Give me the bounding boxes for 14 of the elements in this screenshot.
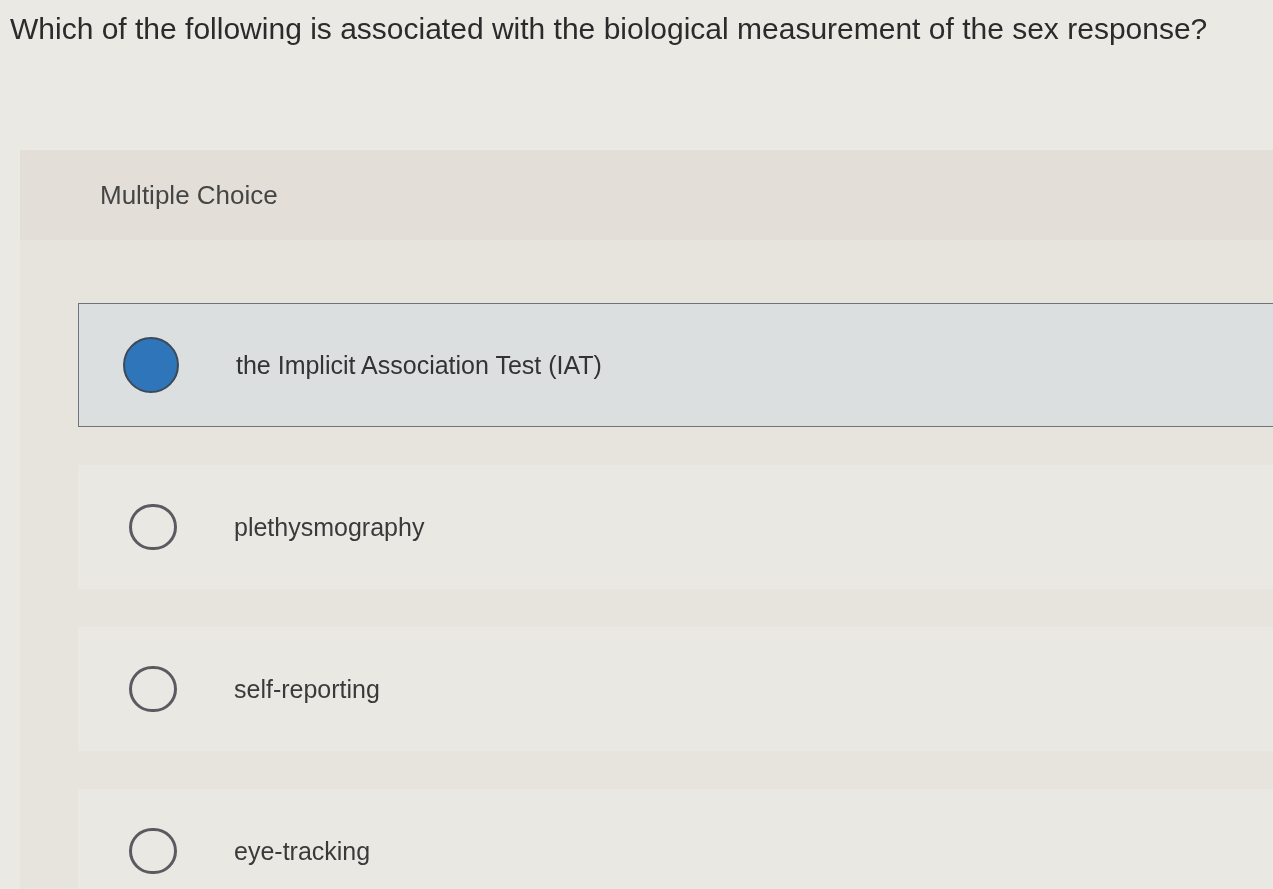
question-type-label: Multiple Choice xyxy=(100,179,278,211)
radio-button[interactable] xyxy=(123,337,179,393)
radio-button[interactable] xyxy=(129,828,177,874)
option-label: plethysmography xyxy=(234,512,425,543)
answer-option[interactable]: the Implicit Association Test (IAT) xyxy=(78,303,1273,427)
option-label: self-reporting xyxy=(234,674,380,705)
option-label: eye-tracking xyxy=(234,836,371,867)
option-label: the Implicit Association Test (IAT) xyxy=(236,350,602,381)
question-text: Which of the following is associated with the biological measurement of the sex response? xyxy=(10,11,1208,47)
radio-button[interactable] xyxy=(129,504,177,550)
answer-option[interactable]: self-reporting xyxy=(78,627,1273,751)
answer-option[interactable]: eye-tracking xyxy=(78,789,1273,889)
answer-option[interactable]: plethysmography xyxy=(78,465,1273,589)
radio-button[interactable] xyxy=(129,666,177,712)
